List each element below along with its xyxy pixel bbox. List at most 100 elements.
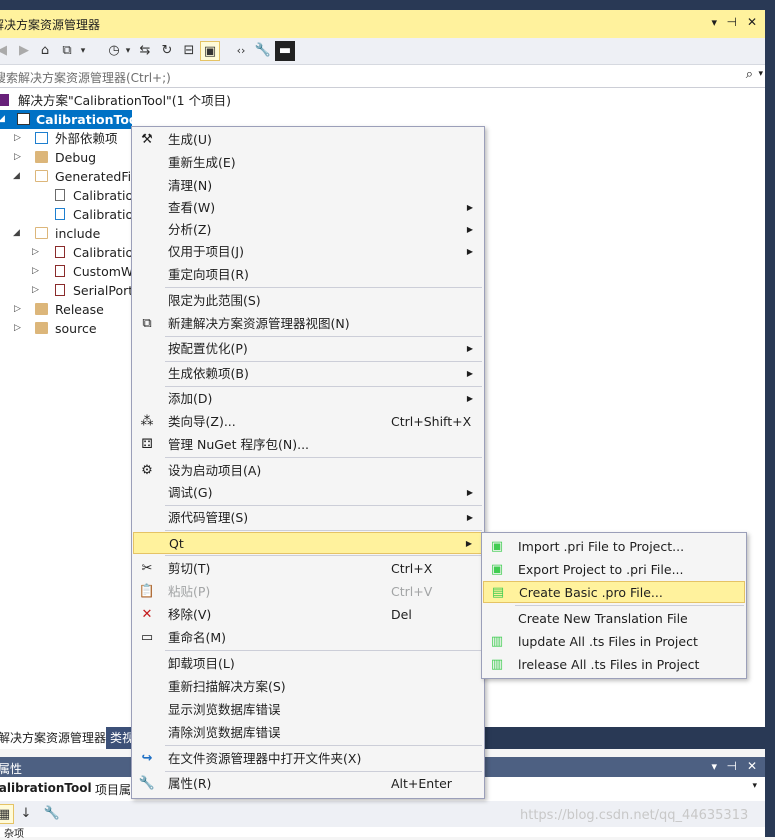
wrench-icon: 🔧 bbox=[138, 776, 156, 791]
alphabetical-icon[interactable]: ↓ bbox=[16, 804, 36, 824]
menu-item-rename[interactable]: ▭ 重命名(M) bbox=[133, 627, 483, 649]
menu-item-add[interactable]: 添加(D) ▶ bbox=[133, 388, 483, 410]
close-icon[interactable]: ✕ bbox=[747, 15, 757, 29]
menu-item-export-pri[interactable]: ▣ Export Project to .pri File... bbox=[483, 559, 745, 581]
menu-item-lrelease[interactable]: ▥ lrelease All .ts Files in Project bbox=[483, 654, 745, 676]
tree-item[interactable]: ▷ Debug bbox=[0, 148, 140, 167]
menu-item-paste[interactable]: 📋 粘贴(P) Ctrl+V bbox=[133, 581, 483, 603]
menu-label: Create New Translation File bbox=[518, 611, 688, 626]
menu-item-retarget[interactable]: 重定向项目(R) bbox=[133, 264, 483, 286]
expand-arrow-icon[interactable]: ▷ bbox=[14, 148, 24, 167]
menu-item-import-pri[interactable]: ▣ Import .pri File to Project... bbox=[483, 536, 745, 558]
menu-item-create-pro[interactable]: ▤ Create Basic .pro File... bbox=[483, 581, 745, 603]
new-view-icon: ⧉ bbox=[142, 316, 152, 331]
expand-arrow-icon[interactable]: ▷ bbox=[32, 281, 42, 300]
menu-label: 移除(V) bbox=[168, 607, 212, 622]
menu-item-set-startup[interactable]: ⚙ 设为启动项目(A) bbox=[133, 460, 483, 482]
tree-item[interactable]: ▷ CustomWi bbox=[0, 262, 140, 281]
menu-label: 重新生成(E) bbox=[168, 155, 236, 170]
menu-item-lupdate[interactable]: ▥ lupdate All .ts Files in Project bbox=[483, 631, 745, 653]
tree-item[interactable]: Calibration bbox=[0, 205, 141, 224]
menu-item-source-control[interactable]: 源代码管理(S) ▶ bbox=[133, 507, 483, 529]
switch-views-icon[interactable]: ⧉ bbox=[57, 41, 77, 61]
forward-icon[interactable]: ▶ bbox=[14, 41, 34, 61]
menu-item-cut[interactable]: ✂ 剪切(T) Ctrl+X bbox=[133, 558, 483, 580]
dropdown-icon[interactable]: ▾ bbox=[711, 16, 717, 29]
menu-shortcut: Ctrl+V bbox=[391, 584, 433, 599]
expand-arrow-icon[interactable]: ▷ bbox=[32, 262, 42, 281]
view-code-icon[interactable]: ‹› bbox=[231, 41, 251, 61]
filter-dropdown-icon[interactable]: ▾ bbox=[122, 41, 134, 61]
chevron-down-icon[interactable]: ▾ bbox=[752, 781, 757, 791]
menu-label: 源代码管理(S) bbox=[168, 510, 249, 525]
menu-item-build-deps[interactable]: 生成依赖项(B) ▶ bbox=[133, 363, 483, 385]
menu-item-show-db-errors[interactable]: 显示浏览数据库错误 bbox=[133, 699, 483, 721]
show-all-files-icon[interactable]: ▣ bbox=[200, 41, 220, 61]
expand-arrow-icon[interactable]: ▷ bbox=[14, 319, 24, 338]
properties-wrench-icon[interactable]: 🔧 bbox=[253, 41, 273, 61]
expand-arrow-icon[interactable]: ▷ bbox=[32, 243, 42, 262]
menu-item-create-translation[interactable]: Create New Translation File bbox=[483, 608, 745, 630]
tree-item[interactable]: ▷ source bbox=[0, 319, 140, 338]
menu-label: 类向导(Z)... bbox=[168, 414, 236, 429]
tab-solution-explorer[interactable]: 解决方案资源管理器 bbox=[0, 727, 111, 749]
menu-item-project-only[interactable]: 仅用于项目(J) ▶ bbox=[133, 241, 483, 263]
qt-export-icon: ▣ bbox=[490, 562, 504, 577]
class-wizard-icon: ⁂ bbox=[140, 414, 154, 429]
menu-item-nuget[interactable]: ⚃ 管理 NuGet 程序包(N)... bbox=[133, 434, 483, 456]
tree-item-label: 外部依赖项 bbox=[55, 131, 118, 146]
close-icon[interactable]: ✕ bbox=[747, 759, 757, 773]
home-icon[interactable]: ⌂ bbox=[35, 41, 55, 61]
menu-item-build[interactable]: ⚒ 生成(U) bbox=[133, 129, 483, 151]
categorized-icon[interactable]: ▦ bbox=[0, 804, 14, 824]
expand-arrow-icon[interactable]: ▷ bbox=[14, 300, 24, 319]
tree-item[interactable]: ◢ include bbox=[0, 224, 140, 243]
search-icon[interactable]: ⌕ bbox=[746, 67, 753, 82]
menu-item-qt[interactable]: Qt ▶ bbox=[133, 532, 483, 554]
menu-item-remove[interactable]: ✕ 移除(V) Del bbox=[133, 604, 483, 626]
menu-item-analyze[interactable]: 分析(Z) ▶ bbox=[133, 219, 483, 241]
back-icon[interactable]: ◀ bbox=[0, 41, 12, 61]
tree-item[interactable]: ◢ GeneratedFile bbox=[0, 167, 142, 186]
collapse-all-icon[interactable]: ⊟ bbox=[179, 41, 199, 61]
pin-icon[interactable]: ⊣ bbox=[727, 759, 737, 773]
preview-icon[interactable]: ▬ bbox=[275, 41, 295, 61]
tree-item[interactable]: ▷ Release bbox=[0, 300, 140, 319]
menu-item-class-wizard[interactable]: ⁂ 类向导(Z)... Ctrl+Shift+X bbox=[133, 411, 483, 433]
menu-item-clean[interactable]: 清理(N) bbox=[133, 175, 483, 197]
tree-item[interactable]: Calibration bbox=[0, 186, 141, 205]
header-file-icon bbox=[55, 284, 65, 296]
refresh-icon[interactable]: ↻ bbox=[157, 41, 177, 61]
menu-item-new-explorer-view[interactable]: ⧉ 新建解决方案资源管理器视图(N) bbox=[133, 313, 483, 335]
switch-views-dropdown-icon[interactable]: ▾ bbox=[77, 41, 89, 61]
search-bar[interactable]: 搜索解决方案资源管理器(Ctrl+;) ⌕ ▾ bbox=[0, 65, 765, 88]
dropdown-icon[interactable]: ▾ bbox=[711, 760, 717, 773]
menu-item-open-folder[interactable]: ↪ 在文件资源管理器中打开文件夹(X) bbox=[133, 748, 483, 770]
collapse-arrow-icon[interactable]: ◢ bbox=[0, 110, 8, 129]
tree-item[interactable]: ▷ 外部依赖项 bbox=[0, 129, 140, 148]
menu-item-view[interactable]: 查看(W) ▶ bbox=[133, 197, 483, 219]
tree-item[interactable]: ▷ Calibration bbox=[0, 243, 141, 262]
search-options-icon[interactable]: ▾ bbox=[758, 69, 763, 79]
tree-item[interactable]: ▷ SerialPort. bbox=[0, 281, 140, 300]
menu-label: 管理 NuGet 程序包(N)... bbox=[168, 437, 310, 452]
menu-item-rebuild[interactable]: 重新生成(E) bbox=[133, 152, 483, 174]
tree-project-row[interactable]: ◢ CalibrationTool bbox=[0, 110, 142, 129]
menu-item-properties[interactable]: 🔧 属性(R) Alt+Enter bbox=[133, 773, 483, 795]
tree-solution-row[interactable]: 解决方案"CalibrationTool"(1 个项目) bbox=[0, 91, 300, 110]
collapse-arrow-icon[interactable]: ◢ bbox=[13, 167, 23, 186]
search-input[interactable]: 搜索解决方案资源管理器(Ctrl+;) bbox=[0, 69, 171, 86]
menu-item-unload[interactable]: 卸载项目(L) bbox=[133, 653, 483, 675]
sync-icon[interactable]: ⇆ bbox=[135, 41, 155, 61]
menu-item-rescan[interactable]: 重新扫描解决方案(S) bbox=[133, 676, 483, 698]
menu-item-clear-db-errors[interactable]: 清除浏览数据库错误 bbox=[133, 722, 483, 744]
pending-changes-filter-icon[interactable]: ◷ bbox=[104, 41, 124, 61]
panel-title-bar[interactable]: 解决方案资源管理器 ▾ ⊣ ✕ bbox=[0, 10, 765, 38]
expand-arrow-icon[interactable]: ▷ bbox=[14, 129, 24, 148]
menu-item-scope-to-this[interactable]: 限定为此范围(S) bbox=[133, 290, 483, 312]
property-pages-wrench-icon[interactable]: 🔧 bbox=[42, 804, 62, 824]
collapse-arrow-icon[interactable]: ◢ bbox=[13, 224, 23, 243]
pin-icon[interactable]: ⊣ bbox=[727, 15, 737, 29]
menu-item-debug[interactable]: 调试(G) ▶ bbox=[133, 482, 483, 504]
menu-item-pgo[interactable]: 按配置优化(P) ▶ bbox=[133, 338, 483, 360]
